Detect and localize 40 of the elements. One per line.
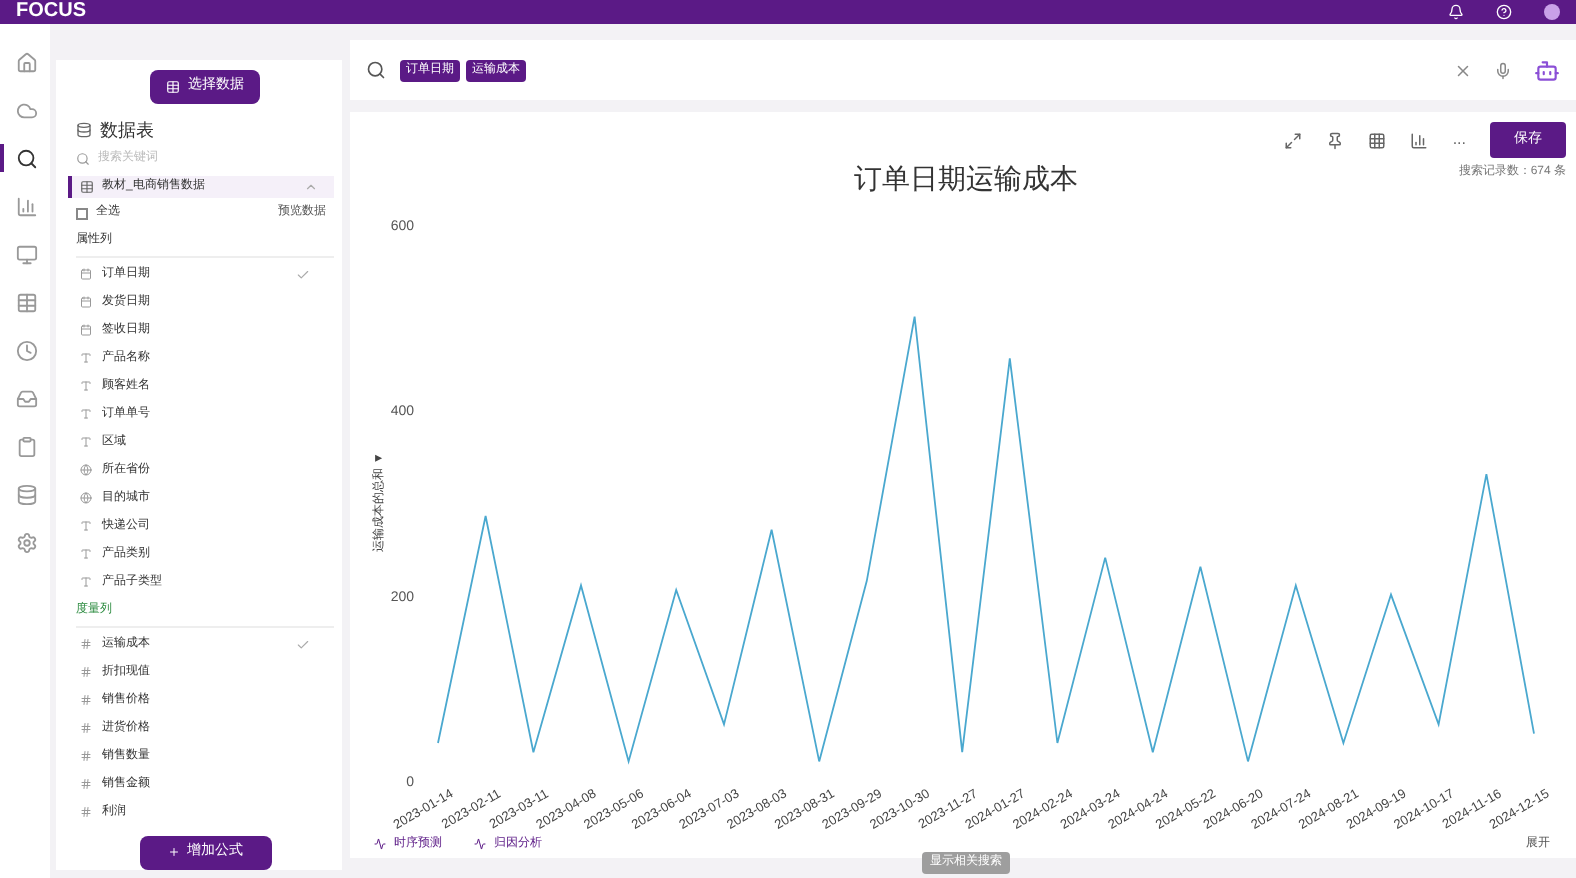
number-type-icon xyxy=(80,638,92,650)
avatar[interactable] xyxy=(1544,4,1560,20)
geo-type-icon xyxy=(80,464,92,476)
date-type-icon xyxy=(80,296,92,308)
more-button[interactable]: ... xyxy=(1452,128,1466,152)
chart-title: 订单日期运输成本 xyxy=(854,160,1078,198)
collapse-icon[interactable] xyxy=(304,180,318,194)
pulse-icon xyxy=(374,838,386,850)
close-icon[interactable] xyxy=(1454,61,1472,79)
geo-type-icon xyxy=(80,492,92,504)
pulse-icon xyxy=(474,838,486,850)
search-icon xyxy=(76,152,90,166)
chart-view-icon[interactable] xyxy=(1410,131,1429,149)
text-type-icon xyxy=(80,576,92,588)
text-type-icon xyxy=(80,520,92,532)
number-type-icon xyxy=(80,806,92,818)
text-type-icon xyxy=(80,548,92,560)
robot-icon[interactable] xyxy=(1534,57,1560,83)
date-type-icon xyxy=(80,268,92,280)
date-type-icon xyxy=(80,324,92,336)
text-type-icon xyxy=(80,380,92,392)
pin-icon[interactable] xyxy=(1326,131,1345,149)
table-view-icon[interactable] xyxy=(1368,131,1387,149)
number-type-icon xyxy=(80,750,92,762)
plus-icon xyxy=(167,846,179,859)
microphone-icon[interactable] xyxy=(1494,61,1512,79)
number-type-icon xyxy=(80,694,92,706)
search-icon xyxy=(366,60,386,80)
help-icon[interactable] xyxy=(1496,4,1512,20)
expand-icon[interactable] xyxy=(1284,131,1303,149)
app-logo: FOCUS xyxy=(16,2,86,22)
text-type-icon xyxy=(80,352,92,364)
text-type-icon xyxy=(80,408,92,420)
number-type-icon xyxy=(80,666,92,678)
select-all-checkbox[interactable] xyxy=(76,207,88,219)
bell-icon[interactable] xyxy=(1448,4,1464,20)
number-type-icon xyxy=(80,778,92,790)
text-type-icon xyxy=(80,436,92,448)
section-title: 数据表 xyxy=(100,117,154,143)
number-type-icon xyxy=(80,722,92,734)
